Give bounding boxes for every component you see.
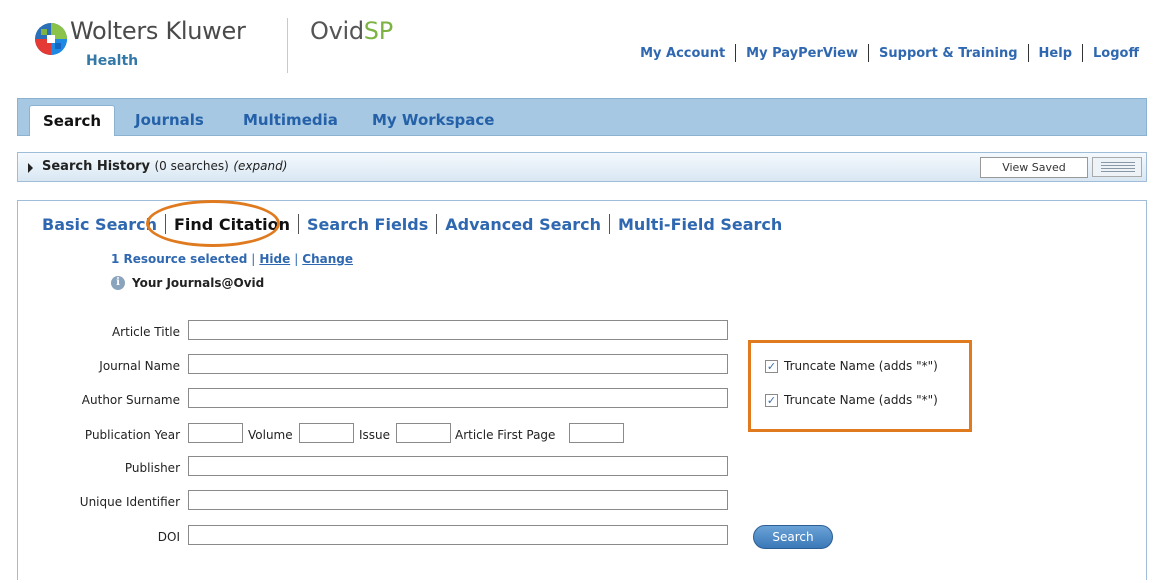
truncate-author-label: Truncate Name (adds "*") bbox=[784, 393, 938, 407]
search-history-bar[interactable]: Search History (0 searches) (expand) Vie… bbox=[17, 152, 1147, 182]
view-saved-button[interactable]: View Saved bbox=[980, 157, 1088, 178]
support-training-link[interactable]: Support & Training bbox=[879, 46, 1018, 61]
link-separator bbox=[735, 44, 737, 62]
expand-arrow-icon[interactable] bbox=[28, 163, 33, 173]
unique-identifier-input[interactable] bbox=[188, 490, 728, 510]
main-nav: Search Journals Multimedia My Workspace bbox=[17, 98, 1147, 136]
tab-search-fields[interactable]: Search Fields bbox=[307, 215, 428, 234]
search-history-count: (0 searches) bbox=[154, 159, 229, 173]
truncate-journal-label: Truncate Name (adds "*") bbox=[784, 359, 938, 373]
publication-year-label: Publication Year bbox=[84, 428, 180, 442]
publisher-label: Publisher bbox=[124, 461, 180, 475]
wolters-kluwer-globe-icon bbox=[34, 22, 68, 56]
product-suffix: SP bbox=[363, 17, 393, 45]
info-icon[interactable]: i bbox=[111, 276, 125, 290]
resource-separator: | bbox=[251, 252, 256, 266]
publisher-input[interactable] bbox=[188, 456, 728, 476]
journal-name-input[interactable] bbox=[188, 354, 728, 374]
truncate-author-checkbox[interactable]: ✓ Truncate Name (adds "*") bbox=[765, 393, 938, 407]
resource-name: Your Journals@Ovid bbox=[132, 276, 265, 290]
checkbox-check-icon[interactable]: ✓ bbox=[765, 359, 778, 373]
article-first-page-input[interactable] bbox=[569, 423, 624, 443]
link-separator bbox=[1082, 44, 1084, 62]
link-separator bbox=[1027, 44, 1029, 62]
link-separator bbox=[868, 44, 870, 62]
hide-link[interactable]: Hide bbox=[259, 252, 290, 266]
resource-separator: | bbox=[294, 252, 299, 266]
article-first-page-label: Article First Page bbox=[455, 428, 556, 442]
product-logo: OvidSP bbox=[310, 17, 393, 45]
search-button[interactable]: Search bbox=[753, 525, 833, 549]
logo-divider bbox=[287, 18, 288, 73]
publication-year-input[interactable] bbox=[188, 423, 243, 443]
tab-basic-search[interactable]: Basic Search bbox=[42, 215, 157, 234]
issue-label: Issue bbox=[359, 428, 391, 442]
my-account-link[interactable]: My Account bbox=[640, 46, 725, 61]
product-prefix: Ovid bbox=[310, 17, 364, 45]
truncate-journal-checkbox[interactable]: ✓ Truncate Name (adds "*") bbox=[765, 359, 938, 373]
my-payperview-link[interactable]: My PayPerView bbox=[746, 46, 858, 61]
highlight-circle bbox=[146, 200, 280, 247]
help-link[interactable]: Help bbox=[1039, 46, 1072, 61]
article-title-input[interactable] bbox=[188, 320, 728, 340]
tab-journals[interactable]: Journals bbox=[135, 105, 204, 136]
unique-identifier-label: Unique Identifier bbox=[79, 495, 180, 509]
top-links: My Account My PayPerView Support & Train… bbox=[640, 44, 1139, 62]
volume-label: Volume bbox=[248, 428, 293, 442]
author-surname-label: Author Surname bbox=[81, 393, 180, 407]
tab-separator bbox=[436, 214, 438, 234]
journal-name-label: Journal Name bbox=[99, 359, 180, 373]
search-history-title[interactable]: Search History (0 searches) (expand) bbox=[42, 159, 287, 174]
resource-line: 1 Resource selected | Hide | Change bbox=[111, 252, 353, 266]
logoff-link[interactable]: Logoff bbox=[1093, 46, 1139, 61]
search-history-expand[interactable]: (expand) bbox=[233, 159, 287, 173]
change-link[interactable]: Change bbox=[302, 252, 353, 266]
list-view-icon[interactable] bbox=[1092, 157, 1142, 177]
doi-input[interactable] bbox=[188, 525, 728, 545]
tab-advanced-search[interactable]: Advanced Search bbox=[445, 215, 601, 234]
checkbox-check-icon[interactable]: ✓ bbox=[765, 393, 778, 407]
author-surname-input[interactable] bbox=[188, 388, 728, 408]
truncate-highlight-box bbox=[748, 340, 972, 432]
brand-sub: Health bbox=[86, 53, 139, 69]
article-title-label: Article Title bbox=[111, 325, 180, 339]
tab-separator bbox=[609, 214, 610, 234]
doi-label: DOI bbox=[157, 530, 180, 544]
search-history-label: Search History bbox=[42, 159, 150, 174]
tab-multi-field-search[interactable]: Multi-Field Search bbox=[618, 215, 782, 234]
tab-my-workspace[interactable]: My Workspace bbox=[372, 105, 494, 136]
tab-separator bbox=[298, 214, 300, 234]
issue-input[interactable] bbox=[396, 423, 451, 443]
tab-search[interactable]: Search bbox=[29, 105, 116, 136]
tab-multimedia[interactable]: Multimedia bbox=[243, 105, 338, 136]
resources-selected: 1 Resource selected bbox=[111, 252, 248, 266]
brand-name: Wolters Kluwer bbox=[70, 17, 246, 45]
selected-resource: i Your Journals@Ovid bbox=[111, 276, 264, 290]
volume-input[interactable] bbox=[299, 423, 354, 443]
